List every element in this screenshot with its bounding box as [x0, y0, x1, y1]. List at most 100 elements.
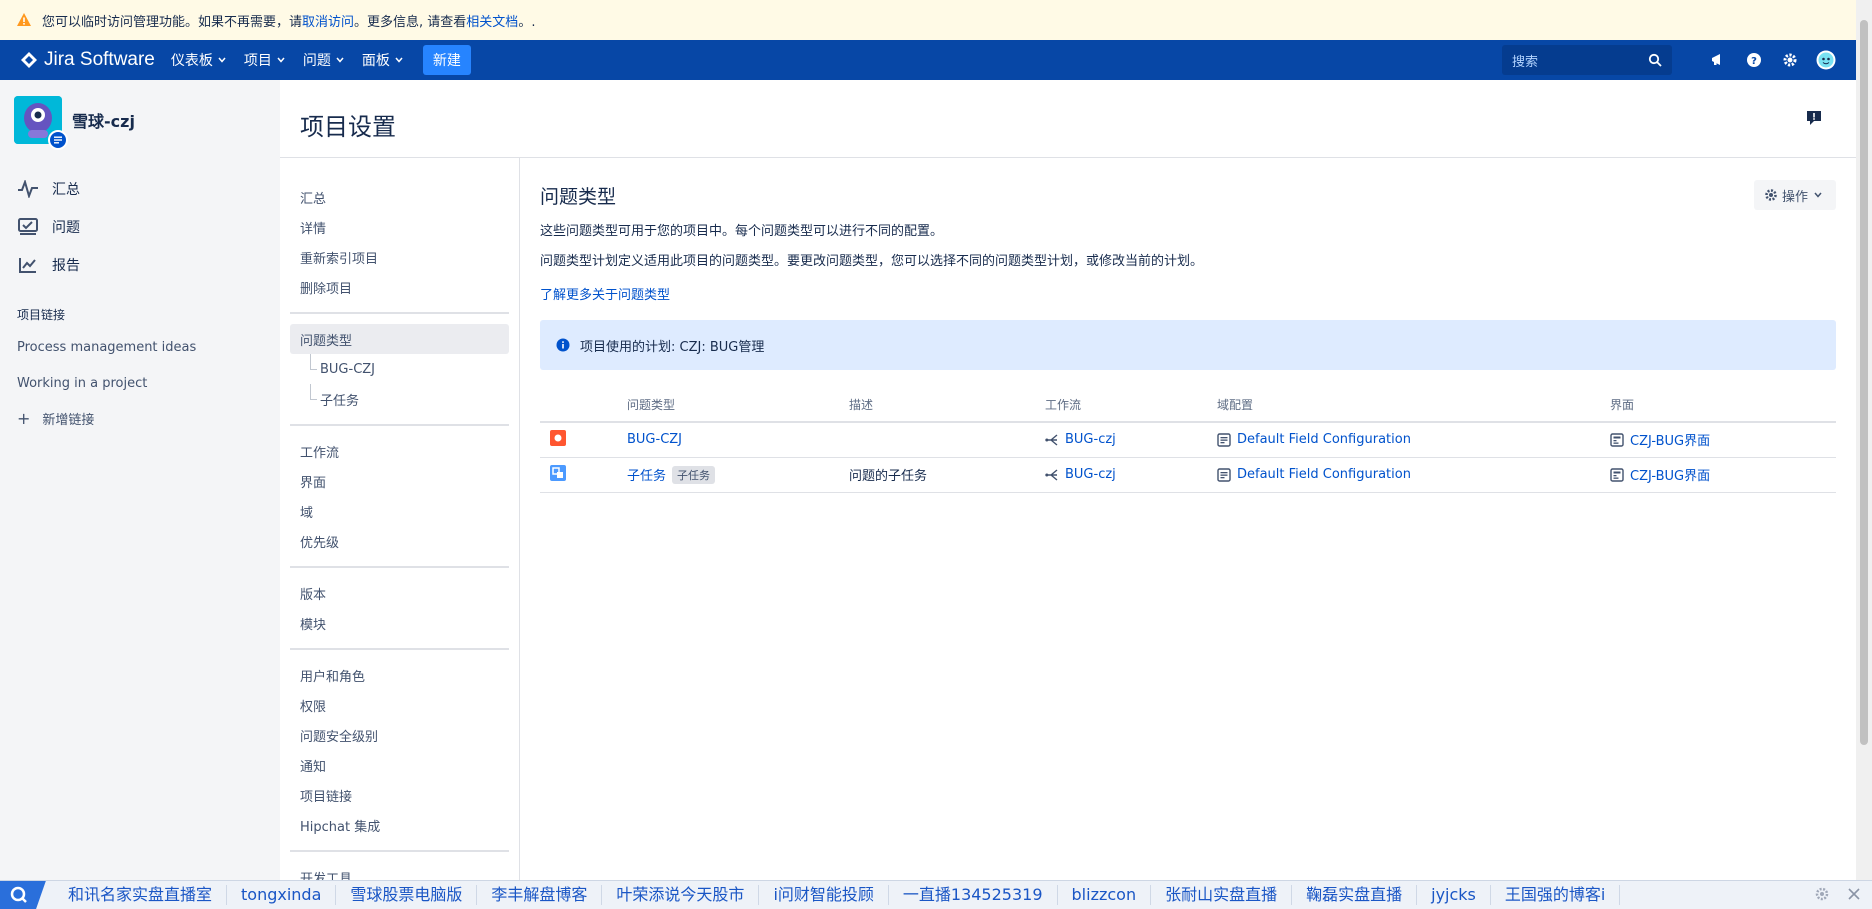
bookmark-link[interactable]: 张耐山实盘直播 — [1151, 885, 1293, 905]
nav-dashboards[interactable]: 仪表板 — [171, 50, 226, 70]
settings-nav-components[interactable]: 模块 — [290, 608, 509, 638]
actions-button[interactable]: 操作 — [1753, 180, 1836, 210]
divider — [290, 424, 509, 426]
bookmark-link[interactable]: blizzcon — [1058, 885, 1152, 905]
settings-nav-project-links[interactable]: 项目链接 — [290, 780, 509, 810]
settings-nav-reindex[interactable]: 重新索引项目 — [290, 242, 509, 272]
docs-link[interactable]: 相关文档 — [466, 11, 518, 30]
screen-link[interactable]: CZJ-BUG界面 — [1630, 465, 1710, 484]
sidebar-item-summary[interactable]: 汇总 — [0, 170, 280, 208]
page-scrollbar[interactable] — [1856, 0, 1872, 880]
info-icon — [556, 338, 570, 352]
field-config-link[interactable]: Default Field Configuration — [1237, 432, 1411, 447]
warning-icon — [17, 13, 31, 26]
settings-nav-workflows[interactable]: 工作流 — [290, 436, 509, 466]
bookmark-link[interactable]: 一直播134525319 — [889, 885, 1058, 905]
feedback-icon[interactable] — [1806, 110, 1822, 126]
table-row: BUG-CZJ BUG-czj Default Field Configurat… — [540, 422, 1836, 458]
top-navigation: Jira Software 仪表板 项目 问题 面板 新建 搜索 ? — [0, 40, 1856, 80]
chevron-down-icon — [1814, 192, 1822, 198]
nav-dashboards-label: 仪表板 — [170, 53, 213, 69]
workflow-link[interactable]: BUG-czj — [1065, 467, 1116, 482]
settings-nav-permissions[interactable]: 权限 — [290, 690, 509, 720]
nav-projects[interactable]: 项目 — [244, 50, 285, 70]
bug-icon — [550, 429, 566, 446]
settings-nav-versions[interactable]: 版本 — [290, 578, 509, 608]
add-link-button[interactable]: + 新增链接 — [0, 401, 280, 435]
field-config-icon — [1217, 433, 1231, 447]
settings-nav-details[interactable]: 详情 — [290, 212, 509, 242]
settings-nav-summary[interactable]: 汇总 — [290, 182, 509, 212]
bookmark-link[interactable]: 叶荣添说今天股市 — [602, 885, 760, 905]
bookmark-link[interactable]: 雪球股票电脑版 — [336, 885, 478, 905]
user-avatar[interactable] — [1816, 50, 1836, 70]
bookmark-link[interactable]: tongxinda — [227, 885, 337, 905]
warning-text-prefix: 您可以临时访问管理功能。如果不再需要，请 — [42, 14, 303, 30]
sidebar-item-reports[interactable]: 报告 — [0, 246, 280, 284]
bookmark-link[interactable]: 王国强的博客i — [1491, 885, 1621, 905]
chevron-down-icon — [218, 57, 226, 63]
workflow-icon — [1045, 468, 1058, 481]
nav-issues[interactable]: 问题 — [303, 50, 344, 70]
jira-logo[interactable]: Jira Software — [20, 49, 155, 71]
field-config-link[interactable]: Default Field Configuration — [1237, 467, 1411, 482]
bookmark-link[interactable]: 鞠磊实盘直播 — [1292, 885, 1418, 905]
divider — [290, 566, 509, 568]
bookmark-link[interactable]: jyjcks — [1417, 885, 1491, 905]
announcement-icon[interactable] — [1708, 50, 1728, 70]
nav-boards[interactable]: 面板 — [362, 50, 403, 70]
warning-text-middle: 。更多信息, 请查看 — [354, 14, 467, 30]
close-icon[interactable] — [1848, 888, 1860, 900]
settings-nav-delete[interactable]: 删除项目 — [290, 272, 509, 302]
project-name: 雪球-czj — [72, 112, 135, 131]
bookmark-link[interactable]: 和讯名家实盘直播室 — [54, 885, 228, 905]
settings-nav-users-roles[interactable]: 用户和角色 — [290, 660, 509, 690]
settings-nav-issue-types[interactable]: 问题类型 — [290, 324, 509, 354]
column-header-field-config: 域配置 — [1217, 388, 1610, 423]
issue-type-link[interactable]: 子任务 — [627, 465, 666, 484]
settings-nav-issue-type-subtask[interactable]: 子任务 — [290, 384, 509, 414]
workflow-icon — [1045, 434, 1058, 446]
column-header-workflow: 工作流 — [1045, 388, 1217, 423]
admin-warning-banner: 您可以临时访问管理功能。如果不再需要，请 取消访问 。更多信息, 请查看 相关文… — [0, 0, 1872, 40]
table-row: 子任务 子任务 问题的子任务 BUG-czj Default Field Conf… — [540, 457, 1836, 493]
sidebar-item-issues[interactable]: 问题 — [0, 208, 280, 246]
description-2: 问题类型计划定义适用此项目的问题类型。要更改问题类型，您可以选择不同的问题类型计… — [540, 254, 1204, 269]
activity-icon — [16, 177, 40, 201]
settings-nav-screens[interactable]: 界面 — [290, 466, 509, 496]
settings-gear-icon[interactable] — [1780, 50, 1800, 70]
settings-gear-icon[interactable] — [1814, 886, 1830, 902]
settings-nav-fields[interactable]: 域 — [290, 496, 509, 526]
bookmark-link[interactable]: i问财智能投顾 — [759, 885, 889, 905]
settings-nav-issue-type-bug[interactable]: BUG-CZJ — [290, 354, 509, 384]
bookmark-link[interactable]: 李丰解盘博客 — [477, 885, 603, 905]
settings-nav-hipchat[interactable]: Hipchat 集成 — [290, 810, 509, 840]
settings-nav-priorities[interactable]: 优先级 — [290, 526, 509, 556]
jira-logo-icon — [21, 52, 37, 68]
subtask-icon — [550, 464, 566, 481]
help-icon[interactable]: ? — [1744, 50, 1764, 70]
browser-logo[interactable] — [0, 880, 46, 909]
divider — [290, 850, 509, 852]
learn-more-link[interactable]: 了解更多关于问题类型 — [540, 284, 670, 303]
chevron-down-icon — [277, 57, 285, 63]
settings-nav-security-levels[interactable]: 问题安全级别 — [290, 720, 509, 750]
scrollbar-thumb[interactable] — [1860, 20, 1868, 745]
settings-navigation: 汇总 详情 重新索引项目 删除项目 问题类型 BUG-CZJ 子任务 工作流 界… — [280, 158, 520, 887]
project-link-item[interactable]: Process management ideas — [0, 329, 280, 365]
issue-type-link[interactable]: BUG-CZJ — [627, 432, 682, 447]
settings-nav-notifications[interactable]: 通知 — [290, 750, 509, 780]
project-link-item[interactable]: Working in a project — [0, 365, 280, 401]
nav-issues-label: 问题 — [302, 53, 331, 69]
plus-icon: + — [17, 408, 31, 428]
icon-column-header — [540, 388, 627, 423]
project-avatar[interactable] — [14, 96, 68, 150]
create-button[interactable]: 新建 — [422, 45, 471, 75]
search-input[interactable]: 搜索 — [1502, 45, 1672, 75]
issue-type-description: 问题的子任务 — [849, 457, 1045, 493]
screen-link[interactable]: CZJ-BUG界面 — [1630, 430, 1710, 449]
search-placeholder: 搜索 — [1512, 54, 1539, 70]
cancel-access-link[interactable]: 取消访问 — [302, 11, 354, 30]
issue-type-description — [849, 422, 1045, 458]
workflow-link[interactable]: BUG-czj — [1065, 432, 1116, 447]
